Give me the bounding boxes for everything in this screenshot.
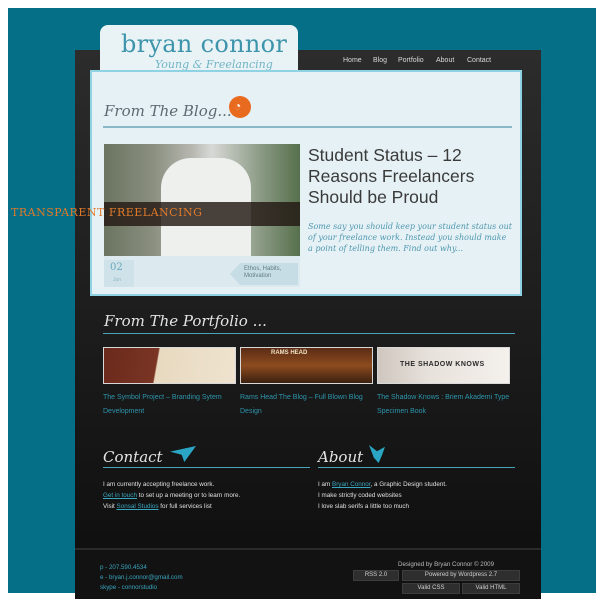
contact-line: Get in touch to set up a meeting or to l… — [103, 490, 240, 501]
portfolio-caption[interactable]: The Shadow Knows : Briem Akademi Type Sp… — [377, 391, 517, 419]
post-title[interactable]: Student Status – 12 Reasons Freelancers … — [308, 145, 508, 208]
logo[interactable]: bryan connor — [121, 30, 287, 58]
wordpress-badge[interactable]: Powered by Wordpress 2.7 — [402, 570, 520, 581]
portfolio-caption[interactable]: Rams Head The Blog – Full Blown Blog Des… — [240, 391, 380, 419]
sonsal-studios-link[interactable]: Sonsal Studios — [117, 503, 159, 510]
portfolio-thumb-symbol[interactable] — [103, 347, 236, 384]
nav-portfolio[interactable]: Portfolio — [398, 57, 424, 64]
bryan-connor-link[interactable]: Bryan Connor — [332, 481, 371, 488]
footer-email[interactable]: e - bryan.j.connor@gmail.com — [100, 573, 183, 583]
image-banner-text: TRANSPARENT FREELANCING — [11, 206, 203, 219]
about-line-pre: I am — [318, 481, 332, 488]
footer-contact: p - 207.590.4534 e - bryan.j.connor@gmai… — [100, 563, 183, 593]
portfolio-heading: From The Portfolio ... — [104, 312, 267, 330]
about-line: I am Bryan Connor, a Graphic Design stud… — [318, 479, 447, 490]
thumb-text: RAMS HEAD — [271, 350, 308, 356]
post-date-month: Jun — [113, 277, 122, 283]
contact-line-pre: Visit — [103, 503, 117, 510]
rss-badge[interactable]: RSS 2.0 — [353, 570, 399, 581]
blog-heading: From The Blog... — [104, 102, 232, 120]
valid-css-badge[interactable]: Valid CSS — [402, 583, 460, 594]
about-text: I am Bryan Connor, a Graphic Design stud… — [318, 479, 447, 512]
contact-line: I am currently accepting freelance work. — [103, 481, 215, 488]
divider — [103, 333, 515, 334]
footer-credit: Designed by Bryan Connor © 2009 — [398, 561, 495, 568]
nav-blog[interactable]: Blog — [373, 57, 387, 64]
about-heading: About — [318, 448, 364, 466]
portfolio-caption[interactable]: The Symbol Project – Branding Sytem Deve… — [103, 391, 243, 419]
contact-line-rest: to set up a meeting or to learn more. — [136, 492, 241, 499]
about-line: I make strictly coded websites — [318, 492, 402, 499]
portfolio-thumb-ramshead[interactable]: RAMS HEAD — [240, 347, 373, 384]
portfolio-thumb-shadow[interactable]: THE SHADOW KNOWS — [377, 347, 510, 384]
rss-glyph: ◔ — [234, 99, 242, 113]
about-line: I love slab serifs a little too much — [318, 503, 409, 510]
post-date-day: 02 — [110, 262, 123, 273]
post-tags-text[interactable]: Ethos, Habits, Motivation — [244, 266, 294, 280]
valid-html-badge[interactable]: Valid HTML — [462, 583, 520, 594]
about-line-rest: , a Graphic Design student. — [370, 481, 447, 488]
contact-line-rest: for full services list — [158, 503, 212, 510]
nav-about[interactable]: About — [436, 57, 454, 64]
divider — [318, 467, 515, 468]
contact-heading: Contact — [103, 448, 163, 466]
contact-text: I am currently accepting freelance work.… — [103, 479, 240, 512]
get-in-touch-link[interactable]: Get in touch — [103, 492, 137, 499]
footer-skype: skype - connorstudio — [100, 584, 158, 591]
nav-contact[interactable]: Contact — [467, 57, 491, 64]
divider — [103, 126, 512, 128]
contact-line: Visit Sonsal Studios for full services l… — [103, 501, 240, 512]
divider — [103, 467, 310, 468]
footer-phone: p - 207.590.4534 — [100, 564, 147, 571]
thumb-text: THE SHADOW KNOWS — [400, 361, 485, 368]
post-image[interactable] — [104, 144, 300, 256]
nav-home[interactable]: Home — [343, 57, 362, 64]
post-excerpt: Some say you should keep your student st… — [308, 222, 512, 253]
